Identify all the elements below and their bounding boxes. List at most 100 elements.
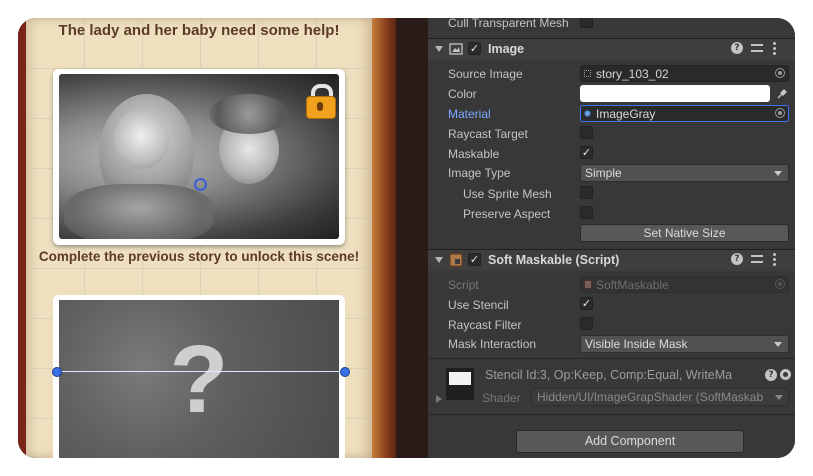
material-label: Material — [448, 107, 491, 121]
book-shadow — [396, 18, 428, 458]
stencil-info: Stencil Id:3, Op:Keep, Comp:Equal, Write… — [485, 368, 733, 382]
object-picker-icon — [775, 279, 785, 289]
material-thumbnail — [446, 368, 474, 400]
material-value: ImageGray — [596, 107, 656, 121]
preserve-aspect-checkbox[interactable] — [580, 206, 593, 219]
help-icon[interactable]: ? — [731, 42, 743, 54]
cull-transparent-mesh-label: Cull Transparent Mesh — [448, 18, 569, 30]
use-sprite-mesh-label: Use Sprite Mesh — [463, 187, 552, 201]
script-label: Script — [448, 278, 479, 292]
kebab-menu-icon[interactable] — [772, 42, 776, 55]
rect-handle-left[interactable] — [52, 367, 62, 377]
shader-value: Hidden/UI/ImageGrapShader (SoftMaskab — [537, 390, 764, 404]
source-image-row: Source Image story_103_02 — [428, 64, 795, 84]
story-image — [59, 74, 339, 239]
kebab-menu-icon[interactable] — [772, 253, 776, 266]
mask-interaction-row: Mask Interaction Visible Inside Mask — [428, 334, 795, 354]
help-icon[interactable]: ? — [731, 253, 743, 265]
image-type-dropdown[interactable]: Simple — [580, 164, 789, 182]
soft-maskable-enabled-checkbox[interactable]: ✓ — [468, 253, 481, 266]
selection-rect-edge — [56, 371, 346, 372]
image-type-value: Simple — [585, 166, 622, 180]
material-field[interactable]: ImageGray — [580, 105, 789, 122]
sprite-icon — [584, 70, 591, 77]
image-component-header[interactable]: ✓ Image ? — [428, 38, 795, 60]
image-enabled-checkbox[interactable]: ✓ — [468, 42, 481, 55]
book-frame-left — [18, 18, 26, 458]
material-icon — [584, 110, 591, 117]
dropdown-arrow-icon — [774, 342, 782, 347]
raycast-filter-checkbox[interactable] — [580, 317, 593, 330]
cull-transparent-mesh-row: Cull Transparent Mesh — [428, 18, 795, 33]
color-label: Color — [448, 87, 477, 101]
color-swatch[interactable] — [580, 85, 770, 102]
add-component-button[interactable]: Add Component — [516, 430, 744, 453]
raycast-target-row: Raycast Target — [428, 124, 795, 144]
script-icon — [449, 253, 463, 267]
use-stencil-label: Use Stencil — [448, 298, 509, 312]
foldout-arrow-icon[interactable] — [436, 395, 442, 403]
question-mark-icon: ? — [169, 326, 229, 433]
foldout-arrow-icon[interactable] — [435, 257, 443, 263]
raycast-filter-row: Raycast Filter — [428, 315, 795, 335]
raycast-target-label: Raycast Target — [448, 127, 528, 141]
lock-icon — [305, 84, 336, 119]
source-image-label: Source Image — [448, 67, 523, 81]
story-image-card[interactable] — [53, 69, 345, 245]
foldout-arrow-icon[interactable] — [435, 46, 443, 52]
use-stencil-row: Use Stencil ✓ — [428, 295, 795, 315]
color-row: Color — [428, 84, 795, 104]
cull-transparent-mesh-checkbox[interactable] — [580, 18, 593, 28]
scene-title: The lady and her baby need some help! — [58, 22, 340, 39]
object-picker-icon[interactable] — [775, 68, 785, 78]
divider — [428, 414, 795, 415]
preserve-aspect-row: Preserve Aspect — [428, 204, 795, 224]
raycast-target-checkbox[interactable] — [580, 126, 593, 139]
material-row: Material ImageGray — [428, 104, 795, 124]
source-image-field[interactable]: story_103_02 — [580, 65, 789, 82]
raycast-filter-label: Raycast Filter — [448, 318, 522, 332]
script-file-icon — [584, 280, 592, 289]
shader-dropdown[interactable]: Hidden/UI/ImageGrapShader (SoftMaskab — [531, 388, 789, 406]
mask-interaction-label: Mask Interaction — [448, 337, 537, 351]
editor-window: The lady and her baby need some help! Co… — [18, 18, 795, 458]
script-row: Script SoftMaskable — [428, 275, 795, 295]
presets-icon[interactable] — [751, 42, 763, 54]
image-type-row: Image Type Simple — [428, 163, 795, 183]
use-sprite-mesh-checkbox[interactable] — [580, 186, 593, 199]
help-icon[interactable]: ? — [765, 369, 777, 381]
soft-maskable-component-title: Soft Maskable (Script) — [488, 253, 620, 267]
mask-interaction-value: Visible Inside Mask — [585, 337, 688, 351]
dropdown-arrow-icon — [775, 395, 783, 400]
image-type-label: Image Type — [448, 166, 511, 180]
dropdown-arrow-icon — [774, 171, 782, 176]
scene-caption: Complete the previous story to unlock th… — [38, 249, 360, 264]
locked-scene-image: ? — [59, 300, 339, 458]
presets-icon[interactable] — [751, 253, 763, 265]
soft-maskable-component-header[interactable]: ✓ Soft Maskable (Script) ? — [428, 249, 795, 271]
shader-label: Shader — [482, 391, 521, 405]
maskable-row: Maskable ✓ — [428, 144, 795, 164]
use-sprite-mesh-row: Use Sprite Mesh — [428, 184, 795, 204]
script-value: SoftMaskable — [596, 278, 669, 292]
maskable-label: Maskable — [448, 147, 500, 161]
use-stencil-checkbox[interactable]: ✓ — [580, 297, 593, 310]
pivot-gizmo[interactable] — [194, 178, 207, 191]
maskable-checkbox[interactable]: ✓ — [580, 146, 593, 159]
script-field: SoftMaskable — [580, 276, 789, 293]
material-preview-section: Stencil Id:3, Op:Keep, Comp:Equal, Write… — [428, 360, 795, 410]
locked-scene-card[interactable]: ? — [53, 295, 345, 458]
gear-icon[interactable] — [780, 369, 791, 380]
image-component-title: Image — [488, 42, 525, 56]
image-component-icon — [449, 43, 463, 55]
set-native-size-button[interactable]: Set Native Size — [580, 224, 789, 242]
object-picker-icon[interactable] — [775, 108, 785, 118]
mask-interaction-dropdown[interactable]: Visible Inside Mask — [580, 335, 789, 353]
preserve-aspect-label: Preserve Aspect — [463, 207, 551, 221]
source-image-value: story_103_02 — [596, 67, 669, 81]
rect-handle-right[interactable] — [340, 367, 350, 377]
book-spine — [372, 18, 396, 458]
inspector-panel: Cull Transparent Mesh ✓ Image ? Source I… — [428, 18, 795, 458]
scene-view[interactable]: The lady and her baby need some help! Co… — [18, 18, 428, 458]
eyedropper-icon[interactable] — [776, 88, 788, 100]
